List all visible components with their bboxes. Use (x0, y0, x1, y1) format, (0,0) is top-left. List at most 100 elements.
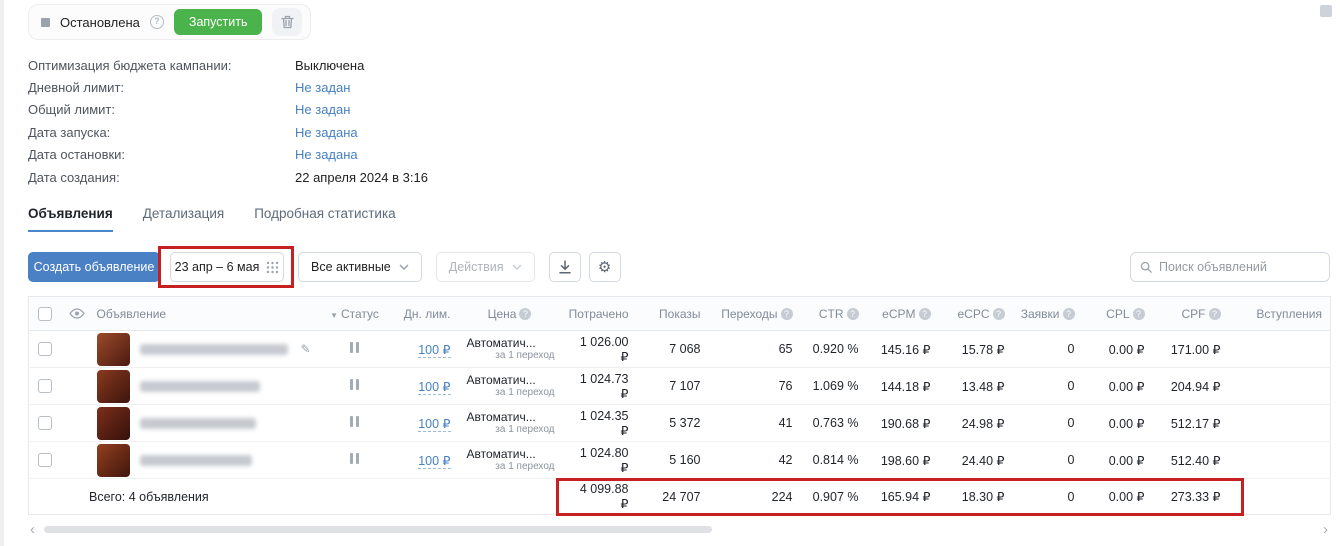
date-range-picker[interactable]: 23 апр – 6 мая (170, 252, 284, 282)
info-value: Выключена (295, 58, 364, 73)
cell-cpl: 0.00 ₽ (1083, 368, 1153, 405)
col-header-impressions[interactable]: Показы (637, 297, 709, 331)
col-header-ctr[interactable]: CTR (801, 297, 867, 331)
day-limit-link[interactable]: 100 ₽ (418, 417, 450, 432)
ad-row[interactable]: 100 ₽ Автоматич... за 1 переход 1 024.35… (29, 405, 1331, 442)
help-icon[interactable] (1063, 308, 1075, 320)
col-header-price-label: Цена (488, 307, 517, 321)
cell-leads: 0 (1013, 331, 1083, 368)
cell-ecpm: 144.18 ₽ (867, 368, 939, 405)
col-header-cpl[interactable]: CPL (1083, 297, 1153, 331)
ad-title-redacted[interactable] (140, 455, 252, 466)
col-header-cpf-label: CPF (1182, 307, 1206, 321)
col-header-day-limit[interactable]: Дн. лим. (391, 297, 459, 331)
help-icon[interactable] (1209, 308, 1221, 320)
col-header-ctr-label: CTR (819, 307, 844, 321)
calendar-grid-icon (266, 261, 279, 274)
cell-cpl: 0.00 ₽ (1083, 331, 1153, 368)
ad-thumbnail[interactable] (97, 444, 130, 477)
stop-date-link[interactable]: Не задана (295, 147, 358, 162)
stopped-icon (41, 18, 50, 27)
select-all-checkbox[interactable] (38, 307, 52, 321)
ad-thumbnail[interactable] (97, 407, 130, 440)
toolbar: Создать объявление 23 апр – 6 мая Все ак… (28, 252, 1330, 282)
horizontal-scrollbar[interactable]: ‹ › (28, 522, 1330, 538)
daily-limit-link[interactable]: Не задан (295, 80, 350, 95)
scroll-left-arrow[interactable]: ‹ (30, 522, 35, 537)
cell-impressions: 5 160 (637, 442, 709, 479)
info-row-created-date: Дата создания: 22 апреля 2024 в 3:16 (28, 166, 428, 188)
info-row-start-date: Дата запуска: Не задана (28, 121, 428, 143)
day-limit-link[interactable]: 100 ₽ (418, 454, 450, 469)
tabs: Объявления Детализация Подробная статист… (28, 206, 396, 232)
cell-ctr: 0.920 % (801, 331, 867, 368)
help-icon[interactable] (847, 308, 859, 320)
export-button[interactable] (549, 252, 581, 282)
actions-dropdown[interactable]: Действия (436, 252, 535, 282)
col-header-status[interactable]: ▼Статус (319, 297, 391, 331)
totals-ecpc: 18.30 ₽ (939, 479, 1013, 515)
cell-ecpc: 15.78 ₽ (939, 331, 1013, 368)
tab-detailed-statistics[interactable]: Подробная статистика (254, 206, 395, 232)
scrollbar-thumb[interactable] (44, 526, 712, 533)
chevron-down-icon (399, 264, 409, 270)
info-row-total-limit: Общий лимит: Не задан (28, 99, 428, 121)
row-checkbox[interactable] (38, 453, 52, 467)
col-header-price[interactable]: Цена (459, 297, 561, 331)
info-value: 22 апреля 2024 в 3:16 (295, 170, 428, 185)
totals-clicks: 224 (709, 479, 801, 515)
col-header-ecpc[interactable]: eCPC (939, 297, 1013, 331)
row-checkbox[interactable] (38, 342, 52, 356)
settings-button[interactable]: ⚙ (589, 252, 621, 282)
col-header-spent-label: Потрачено (569, 307, 629, 321)
ad-title-redacted[interactable] (140, 418, 256, 429)
status-filter-dropdown[interactable]: Все активные (298, 252, 422, 282)
price-unit: за 1 переход (467, 387, 555, 399)
create-ad-button[interactable]: Создать объявление (28, 252, 160, 282)
search-input[interactable] (1159, 260, 1320, 274)
ad-thumbnail[interactable] (97, 333, 130, 366)
total-limit-link[interactable]: Не задан (295, 102, 350, 117)
start-date-link[interactable]: Не задана (295, 125, 358, 140)
col-header-cpf[interactable]: CPF (1153, 297, 1229, 331)
col-header-clicks-label: Переходы (721, 307, 777, 321)
col-header-ad[interactable]: Объявление (89, 297, 319, 331)
delete-button[interactable] (272, 8, 302, 36)
help-icon[interactable] (919, 308, 931, 320)
tab-ads[interactable]: Объявления (28, 206, 113, 232)
status-help-icon[interactable] (150, 15, 164, 29)
price-type: Автоматич... (467, 337, 553, 350)
ad-thumbnail[interactable] (97, 370, 130, 403)
ad-title-redacted[interactable] (140, 381, 260, 392)
row-checkbox[interactable] (38, 379, 52, 393)
scroll-right-arrow[interactable]: › (1323, 522, 1328, 537)
cell-impressions: 7 107 (637, 368, 709, 405)
cell-cpf: 204.94 ₽ (1153, 368, 1229, 405)
ad-title-redacted[interactable] (140, 344, 289, 355)
cell-ecpm: 198.60 ₽ (867, 442, 939, 479)
help-icon[interactable] (519, 308, 531, 320)
help-icon[interactable] (781, 308, 793, 320)
help-icon[interactable] (1133, 308, 1145, 320)
col-header-ecpm[interactable]: eCPM (867, 297, 939, 331)
help-icon[interactable] (993, 308, 1005, 320)
totals-ctr: 0.907 % (801, 479, 867, 515)
col-header-leads[interactable]: Заявки (1013, 297, 1083, 331)
day-limit-link[interactable]: 100 ₽ (418, 343, 450, 358)
launch-button[interactable]: Запустить (174, 9, 263, 35)
col-header-joins[interactable]: Вступления (1229, 297, 1331, 331)
col-header-spent[interactable]: Потрачено (561, 297, 637, 331)
totals-cpf: 273.33 ₽ (1153, 479, 1229, 515)
col-header-clicks[interactable]: Переходы (709, 297, 801, 331)
ad-row[interactable]: ✎ 100 ₽ Автоматич... за 1 переход 1 026.… (29, 331, 1331, 368)
search-icon (1140, 260, 1152, 274)
row-checkbox[interactable] (38, 416, 52, 430)
ad-row[interactable]: 100 ₽ Автоматич... за 1 переход 1 024.73… (29, 368, 1331, 405)
edit-icon[interactable]: ✎ (300, 342, 310, 356)
tab-detalization[interactable]: Детализация (143, 206, 224, 232)
day-limit-link[interactable]: 100 ₽ (418, 380, 450, 395)
corner-icon[interactable] (1320, 5, 1332, 17)
visibility-eye-icon[interactable] (69, 308, 85, 319)
search-box[interactable] (1130, 252, 1330, 282)
ad-row[interactable]: 100 ₽ Автоматич... за 1 переход 1 024.80… (29, 442, 1331, 479)
